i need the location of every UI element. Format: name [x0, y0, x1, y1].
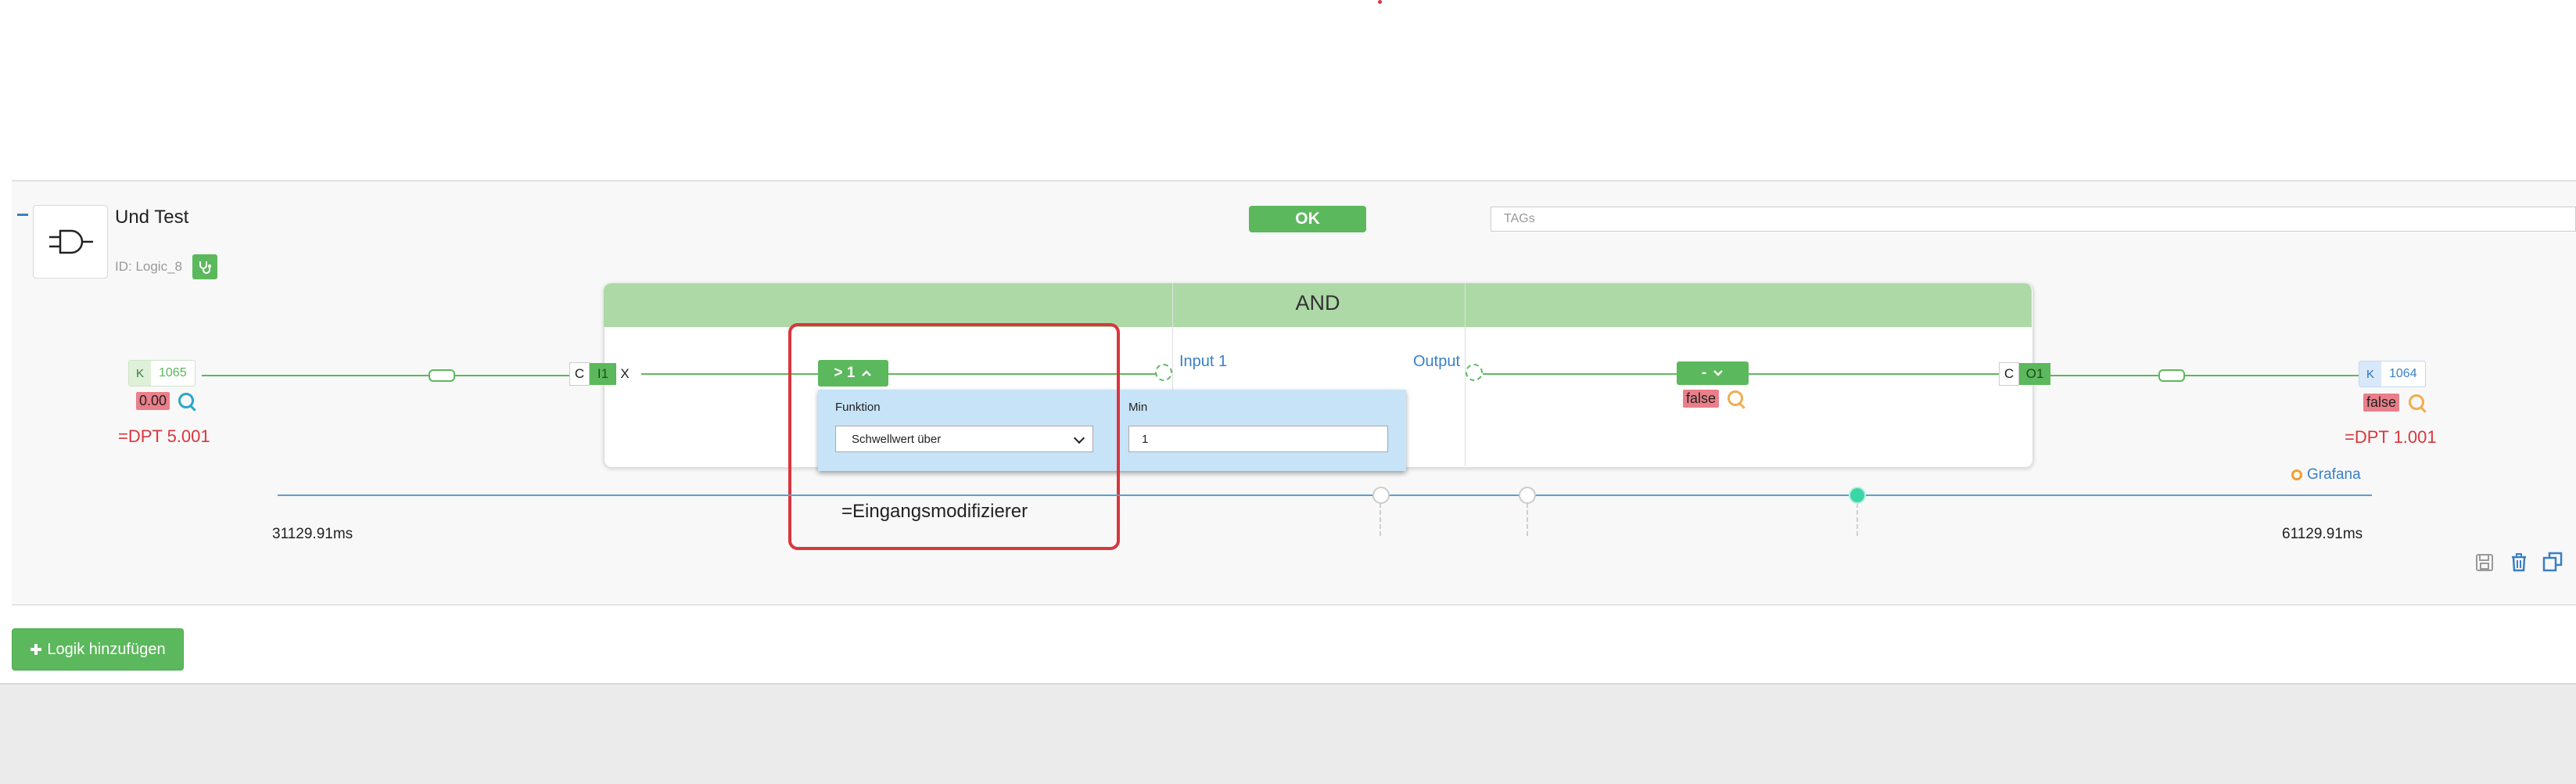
page-footer: [0, 683, 2576, 784]
magnifier-icon[interactable]: [178, 393, 194, 408]
add-logic-label: Logik hinzufügen: [47, 640, 166, 658]
output-wire: [1749, 373, 1999, 375]
output-modifier-value: false: [1683, 390, 1720, 408]
and-gate-icon: [33, 205, 108, 279]
timeline-tick: [1527, 503, 1528, 536]
grafana-icon: [2291, 469, 2302, 480]
connector-o1-label: O1: [2019, 363, 2050, 385]
chevron-down-icon: [1713, 370, 1724, 376]
annotation-label: =Eingangsmodifizierer: [841, 501, 1028, 522]
timeline-tick: [1379, 503, 1381, 536]
output-value-badge: false: [2363, 394, 2400, 412]
stethoscope-icon[interactable]: [192, 254, 217, 279]
input-address: 1065: [159, 366, 187, 379]
output-port-label: Output: [1413, 353, 1461, 370]
input-address-chip[interactable]: K 1065: [128, 360, 196, 387]
output-wire: [1483, 373, 1677, 375]
input-link-connector[interactable]: [429, 369, 455, 382]
min-label: Min: [1128, 401, 1148, 414]
logic-id: ID: Logic_8: [115, 259, 182, 274]
connector-i1-label: I1: [590, 363, 616, 385]
timeline-tick: [1857, 503, 1858, 536]
input-dpt-label: =DPT 5.001: [118, 426, 210, 446]
timeline-end-label: 61129.91ms: [2282, 526, 2363, 542]
logic-title: Und Test: [115, 207, 189, 228]
min-input[interactable]: [1128, 426, 1388, 452]
grafana-link[interactable]: Grafana: [2291, 466, 2361, 484]
output-modifier-button[interactable]: -: [1677, 361, 1749, 385]
indicator-dot: [1378, 0, 1382, 4]
connector-c-label: C: [1999, 362, 2019, 386]
status-ok-button[interactable]: OK: [1249, 206, 1366, 232]
timeline-start-label: 31129.91ms: [272, 526, 353, 542]
k-label: K: [129, 361, 151, 386]
tags-input[interactable]: [1491, 207, 2576, 232]
output-wire: [2050, 375, 2359, 376]
timeline-event-marker[interactable]: [1372, 487, 1390, 504]
input-connector[interactable]: C I1 X: [569, 362, 633, 386]
add-logic-button[interactable]: Logik hinzufügen: [12, 628, 184, 671]
plus-icon: [30, 644, 42, 655]
collapse-toggle[interactable]: [17, 214, 28, 216]
output-dpt-label: =DPT 1.001: [2345, 427, 2437, 447]
connector-x-label[interactable]: X: [616, 366, 633, 382]
timeline-track: [278, 494, 2372, 496]
input-port[interactable]: [1155, 364, 1172, 381]
output-connector[interactable]: C O1: [1999, 362, 2050, 386]
save-icon[interactable]: [2474, 552, 2495, 573]
k-label: K: [2359, 361, 2381, 387]
output-port[interactable]: [1466, 364, 1483, 381]
timeline-event-marker[interactable]: [1849, 487, 1866, 504]
magnifier-icon[interactable]: [1727, 390, 1743, 406]
timeline-event-marker[interactable]: [1519, 487, 1536, 504]
magnifier-icon[interactable]: [2409, 394, 2424, 410]
output-address-chip[interactable]: K 1064: [2359, 361, 2426, 387]
output-link-connector[interactable]: [2158, 369, 2185, 382]
copy-icon[interactable]: [2542, 551, 2563, 572]
input-value-badge: 0.00: [136, 392, 170, 410]
output-modifier-label: -: [1701, 365, 1707, 381]
trash-icon[interactable]: [2509, 552, 2529, 573]
output-address: 1064: [2389, 367, 2417, 380]
and-block-title: AND: [1295, 291, 1340, 315]
connector-c-label: C: [569, 362, 590, 386]
input-port-label: Input 1: [1179, 353, 1228, 370]
input-wire: [202, 375, 569, 376]
grafana-label: Grafana: [2307, 466, 2361, 483]
